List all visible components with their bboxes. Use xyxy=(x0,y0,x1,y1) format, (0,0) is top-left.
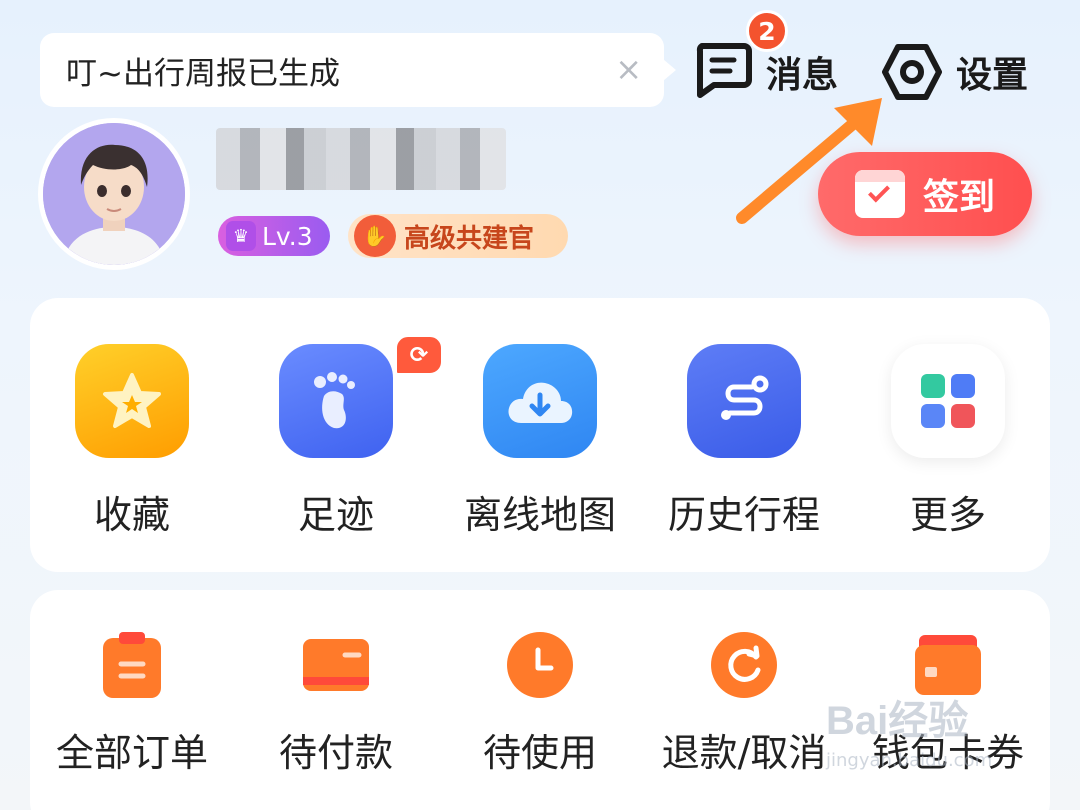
quick-action-label: 历史行程 xyxy=(667,493,820,537)
route-icon xyxy=(687,344,801,458)
orders-card: 全部订单 待付款 待使用 退款/取消 钱包卡券 xyxy=(30,590,1050,810)
order-all[interactable]: 全部订单 xyxy=(30,630,234,777)
order-wallet-coupons[interactable]: 钱包卡券 xyxy=(846,630,1050,777)
quick-action-more[interactable]: 更多 xyxy=(846,344,1050,539)
calendar-check-icon xyxy=(854,170,905,218)
order-refund-cancel[interactable]: 退款/取消 xyxy=(642,630,846,777)
cloud-download-icon xyxy=(483,344,597,458)
level-badge[interactable]: ♛ Lv.3 xyxy=(218,216,330,256)
level-text: Lv.3 xyxy=(262,221,313,251)
footprint-icon xyxy=(279,344,393,458)
settings-label: 设置 xyxy=(956,55,1029,96)
card-icon xyxy=(301,630,371,700)
checkin-button[interactable]: 签到 xyxy=(818,152,1032,236)
refund-icon xyxy=(709,630,779,700)
username-blurred xyxy=(216,128,506,190)
quick-action-footprints[interactable]: ⟳ 足迹 xyxy=(234,334,444,539)
quick-action-offline-map[interactable]: 离线地图 xyxy=(438,344,642,539)
grid-icon xyxy=(891,344,1005,458)
quick-action-trip-history[interactable]: 历史行程 xyxy=(642,344,846,539)
quick-action-label: 足迹 xyxy=(297,493,374,537)
order-pending-payment[interactable]: 待付款 xyxy=(234,630,438,777)
builder-title-text: 高级共建官 xyxy=(404,223,535,254)
crown-icon: ♛ xyxy=(226,221,256,251)
hands-icon: ✋ xyxy=(354,215,396,257)
builder-title-badge[interactable]: ✋ 高级共建官 xyxy=(348,214,568,258)
notice-text: 叮~出行周报已生成 xyxy=(66,55,340,92)
wallet-icon xyxy=(913,630,983,700)
notice-bubble[interactable]: 叮~出行周报已生成 × xyxy=(40,33,676,107)
settings-button[interactable]: 设置 xyxy=(882,42,1028,102)
clock-icon xyxy=(505,630,575,700)
order-label: 待使用 xyxy=(482,731,597,775)
quick-action-label: 更多 xyxy=(909,493,986,537)
clipboard-icon xyxy=(97,630,167,700)
order-label: 全部订单 xyxy=(55,731,208,775)
star-icon xyxy=(75,344,189,458)
checkin-label: 签到 xyxy=(922,177,995,218)
message-count-badge: 2 xyxy=(746,10,788,52)
order-to-use[interactable]: 待使用 xyxy=(438,630,642,777)
order-label: 待付款 xyxy=(278,731,393,775)
refresh-icon: ⟳ xyxy=(394,334,444,376)
order-label: 钱包卡券 xyxy=(871,731,1024,775)
quick-action-label: 收藏 xyxy=(93,493,170,537)
order-label: 退款/取消 xyxy=(661,731,827,775)
quick-actions-card: 收藏 ⟳ 足迹 离线地图 历史行程 更多 xyxy=(30,298,1050,572)
close-icon[interactable]: × xyxy=(615,51,642,87)
quick-action-favorites[interactable]: 收藏 xyxy=(30,344,234,539)
avatar[interactable] xyxy=(38,118,190,270)
quick-action-label: 离线地图 xyxy=(463,493,616,537)
